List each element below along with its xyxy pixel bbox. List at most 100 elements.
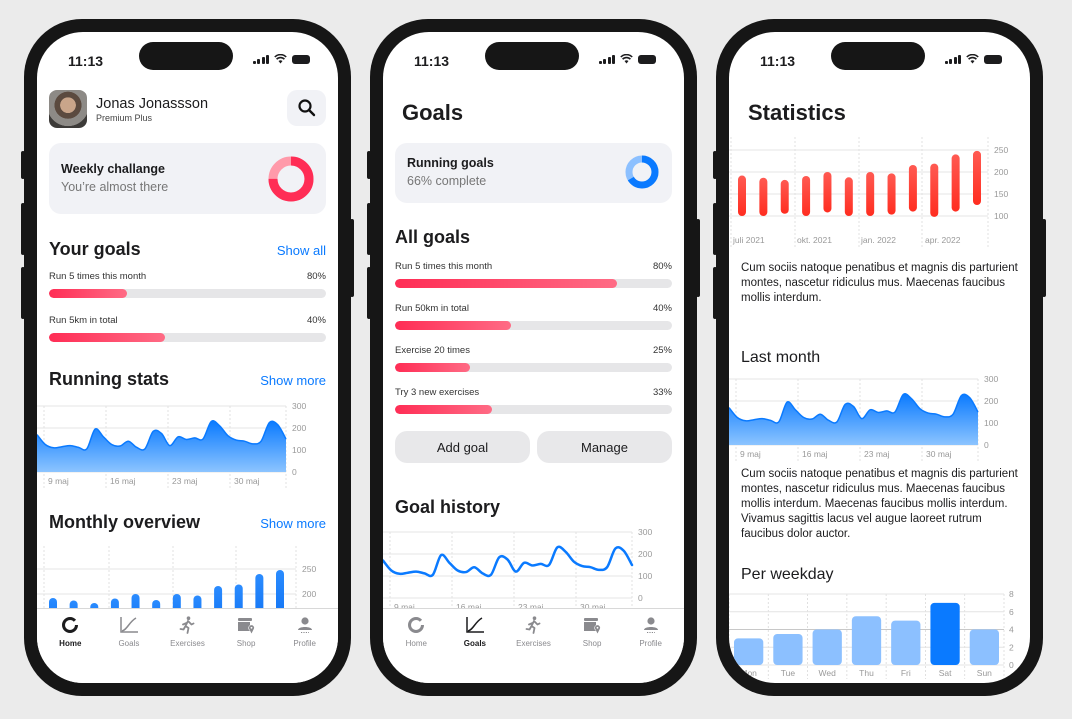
goal-row: Run 5 times this month 80%: [395, 261, 672, 272]
goal-percent: 80%: [306, 271, 326, 282]
statistics-paragraph-2: Cum sociis natoque penatibus et magnis d…: [741, 468, 1018, 540]
volume-down-button: [713, 267, 717, 319]
signal-icon: [598, 54, 615, 64]
x-tick-label: Fri: [901, 668, 911, 678]
running-stats-show-more-link[interactable]: Show more: [260, 373, 326, 388]
show-all-link[interactable]: Show all: [277, 243, 326, 258]
goal-label: Run 5 times this month: [395, 261, 493, 272]
monthly-overview-show-more-link[interactable]: Show more: [260, 516, 326, 531]
profile-header[interactable]: Jonas Jonassson Premium Plus: [49, 90, 208, 128]
tab-label: Shop: [236, 639, 256, 648]
goal-percent: 25%: [652, 345, 672, 356]
bar-tue: [773, 633, 803, 665]
manage-button[interactable]: Manage: [537, 431, 672, 463]
y-tick-label: 200: [994, 167, 1008, 177]
screen: 11:13 Goals Running goals 66% complete A…: [383, 32, 684, 683]
running-stats-title: Running stats: [49, 369, 169, 389]
y-tick-label: 100: [292, 445, 306, 455]
x-tick-label: 9 maj: [740, 449, 761, 459]
tab-exercises[interactable]: Exercises: [158, 615, 216, 683]
tab-goals[interactable]: Goals: [100, 615, 158, 683]
status-bar: 11:13: [383, 32, 684, 88]
add-goal-button[interactable]: Add goal: [395, 431, 530, 463]
search-button[interactable]: [287, 90, 326, 126]
tab-profile[interactable]: Profile: [622, 615, 680, 683]
x-tick-label: 16 maj: [802, 449, 828, 459]
mute-switch: [713, 151, 717, 179]
x-tick-label: apr. 2022: [925, 235, 961, 245]
goal-label: Run 5 times this month: [49, 271, 147, 282]
goal-row: Run 5km in total 40%: [49, 315, 326, 326]
avatar[interactable]: [49, 90, 87, 128]
y-tick-label: 150: [994, 189, 1008, 199]
person-icon: [296, 615, 314, 635]
y-tick-label: 300: [292, 402, 306, 411]
range-bar: [908, 164, 917, 212]
weekly-challenge-card[interactable]: Weekly challange You’re almost there: [49, 143, 326, 214]
per-weekday-chart: 0 2 4 6 8 Mon Tue Wed Thu Fri Sat Sun: [729, 589, 1014, 679]
x-tick-label: Tue: [781, 668, 796, 678]
x-tick-label: Sat: [939, 668, 952, 678]
home-ring-icon: [407, 615, 425, 635]
tab-shop[interactable]: Shop: [217, 615, 275, 683]
volume-down-button: [21, 267, 25, 319]
tab-goals[interactable]: Goals: [446, 615, 504, 683]
mute-switch: [367, 151, 371, 179]
goal-percent: 40%: [652, 303, 672, 314]
goal-row: Try 3 new exercises 33%: [395, 387, 672, 398]
goal-item[interactable]: Run 50km in total 40%: [383, 303, 684, 330]
tab-label: Home: [59, 639, 82, 648]
x-tick-label: 30 maj: [926, 449, 952, 459]
range-bar: [844, 177, 853, 216]
goal-progress-bar: [395, 405, 672, 414]
goal-percent: 33%: [652, 387, 672, 398]
goal-progress-bar: [395, 279, 672, 288]
tab-label: Goals: [463, 639, 486, 648]
y-tick-label: 100: [994, 211, 1008, 221]
tab-shop[interactable]: Shop: [563, 615, 621, 683]
range-bar: [823, 172, 832, 213]
all-goals-title: All goals: [395, 227, 471, 247]
tab-profile[interactable]: Profile: [276, 615, 334, 683]
running-goals-title: Running goals: [407, 156, 494, 170]
y-tick-label: 250: [994, 145, 1008, 155]
tab-label: Exercises: [170, 639, 205, 648]
user-name: Jonas Jonassson: [96, 95, 209, 112]
tab-home[interactable]: Home: [387, 615, 445, 683]
dynamic-island: [485, 42, 579, 70]
y-tick-label: 200: [984, 396, 998, 406]
goal-item[interactable]: Run 5 times this month 80%: [37, 271, 338, 298]
goal-label: Run 5km in total: [49, 315, 118, 326]
goal-label: Exercise 20 times: [395, 345, 470, 356]
goal-item[interactable]: Run 5 times this month 80%: [383, 261, 684, 288]
running-goals-ring: [625, 155, 659, 189]
goal-item[interactable]: Exercise 20 times 25%: [383, 345, 684, 372]
y-tick-label: 200: [302, 589, 316, 599]
goal-progress-bar: [395, 321, 672, 330]
tab-home[interactable]: Home: [41, 615, 99, 683]
status-time: 11:13: [414, 53, 450, 69]
user-plan: Premium Plus: [96, 112, 153, 123]
signal-icon: [944, 54, 961, 64]
running-goals-card[interactable]: Running goals 66% complete: [395, 143, 672, 203]
x-tick-label: okt. 2021: [797, 235, 832, 245]
goal-item[interactable]: Run 5km in total 40%: [37, 315, 338, 342]
bar-fri: [891, 620, 921, 665]
x-tick-label: 23 maj: [864, 449, 890, 459]
volume-up-button: [713, 203, 717, 255]
power-button: [696, 219, 700, 297]
goal-item[interactable]: Try 3 new exercises 33%: [383, 387, 684, 414]
goal-row: Run 5 times this month 80%: [49, 271, 326, 282]
store-location-icon: [236, 615, 256, 635]
statistics-chart: 100 150 200 250 juli 2021 okt. 2021 jan. 2022 a…: [729, 137, 1008, 248]
y-tick-label: 6: [1009, 607, 1014, 617]
person-icon: [642, 615, 660, 635]
y-tick-label: 8: [1009, 589, 1014, 599]
series-line: [383, 545, 634, 578]
goal-label: Run 50km in total: [395, 303, 469, 314]
tab-exercises[interactable]: Exercises: [504, 615, 562, 683]
goal-progress-fill: [395, 405, 492, 414]
status-bar: 11:13: [37, 32, 338, 88]
goal-label: Try 3 new exercises: [395, 387, 480, 398]
x-tick-label: 23 maj: [172, 476, 198, 486]
